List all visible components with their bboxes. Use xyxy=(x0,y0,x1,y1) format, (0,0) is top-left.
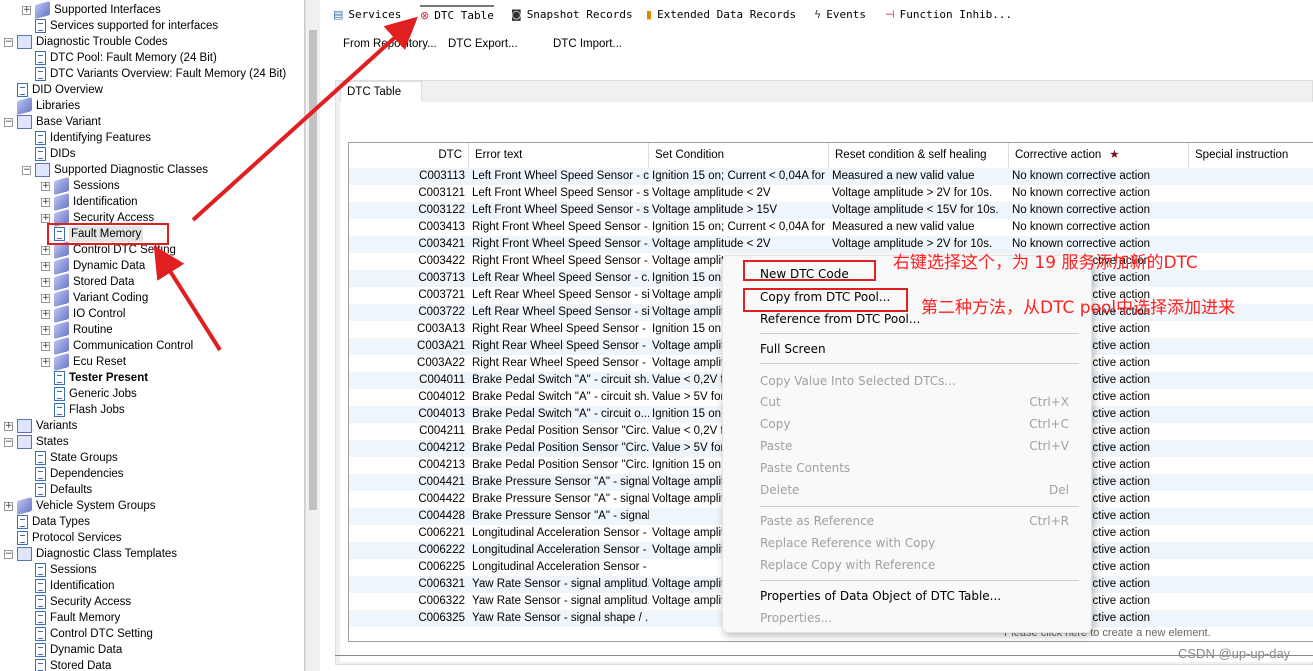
tab-dtc-table[interactable]: ⊗ DTC Table xyxy=(420,5,494,25)
lightning-icon: ϟ xyxy=(814,8,822,21)
tab-events[interactable]: ϟ Events xyxy=(814,5,866,25)
tab-function-inhib-[interactable]: ⊣ Function Inhib... xyxy=(885,5,1012,25)
watermark: CSDN @up-up-day xyxy=(1178,646,1291,661)
arrow-to-dtc-table-tab xyxy=(191,16,418,222)
services-icon: ▤ xyxy=(333,8,344,21)
arrow-to-fault-memory xyxy=(153,245,222,352)
dtc-table-icon: ⊗ xyxy=(420,9,430,22)
bar-chart-icon: ▮ xyxy=(646,8,653,21)
tab-label: Events xyxy=(826,8,867,21)
tab-label: Services xyxy=(348,8,402,21)
tab-label: DTC Table xyxy=(434,9,494,22)
tab-services[interactable]: ▤ Services xyxy=(333,5,401,25)
tab-label: Function Inhib... xyxy=(899,8,1013,21)
tab-extended-data-records[interactable]: ▮ Extended Data Records xyxy=(646,5,796,25)
tab-snapshot-records[interactable]: ◙ Snapshot Records xyxy=(511,5,633,25)
tab-label: Extended Data Records xyxy=(657,8,797,21)
function-inhibit-icon: ⊣ xyxy=(885,8,895,21)
tab-label: Snapshot Records xyxy=(526,8,633,21)
camera-icon: ◙ xyxy=(511,8,522,21)
annotation-arrows xyxy=(153,16,418,352)
